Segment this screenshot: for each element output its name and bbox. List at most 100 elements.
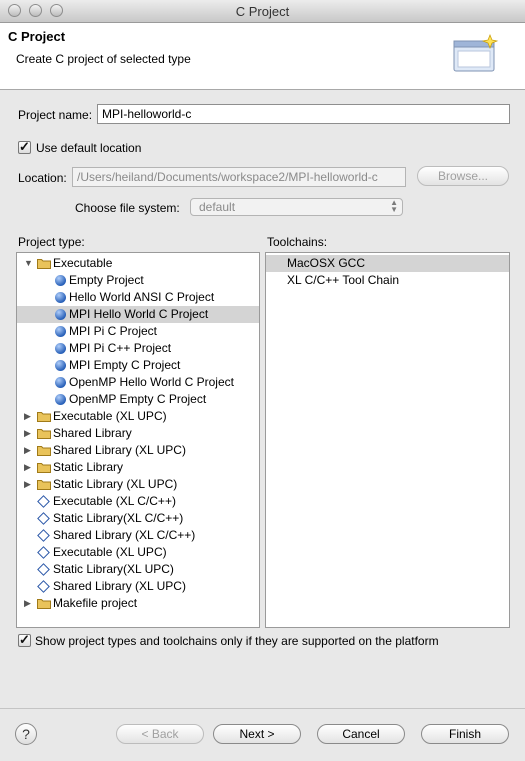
folder-icon <box>37 463 51 473</box>
tree-item-label: Executable (XL UPC) <box>53 545 167 559</box>
wizard-heading: C Project <box>8 29 66 44</box>
folder-icon <box>37 429 51 439</box>
tree-item[interactable]: MPI Hello World C Project <box>17 306 259 323</box>
updown-arrows-icon: ▲ ▼ <box>390 198 398 214</box>
toolchain-item[interactable]: MacOSX GCC <box>266 255 509 272</box>
tree-item[interactable]: ▼ Executable <box>17 255 259 272</box>
show-supported-checkbox[interactable] <box>18 632 31 648</box>
tree-item[interactable]: ▶ Shared Library <box>17 425 259 442</box>
tree-item[interactable]: Shared Library (XL C/C++) <box>17 527 259 544</box>
tree-item-label: Shared Library <box>53 426 132 440</box>
project-type-label: Project type: <box>18 235 85 249</box>
folder-icon <box>37 446 51 456</box>
tree-item[interactable]: Hello World ANSI C Project <box>17 289 259 306</box>
tree-item[interactable]: ▶ Static Library <box>17 459 259 476</box>
new-project-wizard-icon <box>453 34 499 72</box>
tree-item[interactable]: Executable (XL C/C++) <box>17 493 259 510</box>
tree-item-label: MPI Empty C Project <box>69 358 181 372</box>
finish-button[interactable]: Finish <box>421 724 509 744</box>
tree-item-label: Executable <box>53 256 113 270</box>
tree-item-label: Static Library (XL UPC) <box>53 477 178 491</box>
toolchains-label: Toolchains: <box>267 235 328 249</box>
window-title: C Project <box>235 4 290 19</box>
tree-item[interactable]: ▶ Executable (XL UPC) <box>17 408 259 425</box>
toolchain-item-label: MacOSX GCC <box>287 256 366 270</box>
tree-item-label: MPI Pi C Project <box>69 324 158 338</box>
project-template-icon <box>55 275 66 286</box>
tree-item[interactable]: OpenMP Empty C Project <box>17 391 259 408</box>
tree-item-label: Empty Project <box>69 273 144 287</box>
toolchains-list[interactable]: MacOSX GCC XL C/C++ Tool Chain <box>265 252 510 628</box>
tree-item-label: Makefile project <box>53 596 138 610</box>
open-folder-icon <box>37 259 51 269</box>
cancel-button[interactable]: Cancel <box>317 724 405 744</box>
tree-item[interactable]: ▶ Static Library (XL UPC) <box>17 476 259 493</box>
use-default-location-checkbox[interactable] <box>18 139 31 155</box>
use-default-location-label: Use default location <box>36 141 142 155</box>
tree-item[interactable]: Empty Project <box>17 272 259 289</box>
tree-item[interactable]: MPI Pi C Project <box>17 323 259 340</box>
project-template-icon <box>55 326 66 337</box>
show-supported-label: Show project types and toolchains only i… <box>35 634 439 648</box>
collapsed-arrow-icon[interactable]: ▶ <box>24 408 31 425</box>
diamond-icon <box>37 529 50 542</box>
tree-item[interactable]: ▶ Makefile project <box>17 595 259 612</box>
tree-item[interactable]: MPI Pi C++ Project <box>17 340 259 357</box>
project-type-tree[interactable]: ▼ Executable Empty Project Hello World ANSI… <box>16 252 260 628</box>
collapsed-arrow-icon[interactable]: ▶ <box>24 442 31 459</box>
folder-icon <box>37 599 51 609</box>
file-system-value: default <box>199 200 236 214</box>
diamond-icon <box>37 563 50 576</box>
project-template-icon <box>55 343 66 354</box>
tree-item[interactable]: Static Library(XL UPC) <box>17 561 259 578</box>
tree-item-label: OpenMP Hello World C Project <box>69 375 234 389</box>
project-name-label: Project name: <box>18 108 93 122</box>
tree-item[interactable]: OpenMP Hello World C Project <box>17 374 259 391</box>
window-titlebar: C Project <box>0 0 525 23</box>
diamond-icon <box>37 580 50 593</box>
file-system-select[interactable]: default ▲ ▼ <box>190 198 403 216</box>
tree-item[interactable]: Executable (XL UPC) <box>17 544 259 561</box>
tree-item-label: Shared Library (XL C/C++) <box>53 528 196 542</box>
collapsed-arrow-icon[interactable]: ▶ <box>24 459 31 476</box>
next-button[interactable]: Next > <box>213 724 301 744</box>
tree-item[interactable]: MPI Empty C Project <box>17 357 259 374</box>
help-icon: ? <box>22 726 30 742</box>
tree-item[interactable]: Static Library(XL C/C++) <box>17 510 259 527</box>
tree-item-label: MPI Hello World C Project <box>69 307 209 321</box>
folder-icon <box>37 480 51 490</box>
toolchain-item-label: XL C/C++ Tool Chain <box>287 273 400 287</box>
wizard-description: Create C project of selected type <box>16 52 191 66</box>
tree-item-label: Executable (XL UPC) <box>53 409 167 423</box>
tree-item-label: Shared Library (XL UPC) <box>53 443 186 457</box>
tree-item-label: Static Library(XL UPC) <box>53 562 174 576</box>
back-button[interactable]: < Back <box>116 724 204 744</box>
help-button[interactable]: ? <box>15 723 37 745</box>
collapsed-arrow-icon[interactable]: ▶ <box>24 425 31 442</box>
wizard-banner: C Project Create C project of selected t… <box>0 23 525 90</box>
tree-item-label: Static Library <box>53 460 124 474</box>
collapsed-arrow-icon[interactable]: ▶ <box>24 476 31 493</box>
tree-item[interactable]: ▶ Shared Library (XL UPC) <box>17 442 259 459</box>
toolchain-item[interactable]: XL C/C++ Tool Chain <box>266 272 509 289</box>
expanded-arrow-icon[interactable]: ▼ <box>24 255 33 272</box>
tree-item-label: Static Library(XL C/C++) <box>53 511 184 525</box>
tree-item-label: Executable (XL C/C++) <box>53 494 176 508</box>
location-label: Location: <box>18 171 67 185</box>
tree-item[interactable]: Shared Library (XL UPC) <box>17 578 259 595</box>
project-template-icon <box>55 377 66 388</box>
diamond-icon <box>37 546 50 559</box>
project-template-icon <box>55 309 66 320</box>
tree-item-label: MPI Pi C++ Project <box>69 341 172 355</box>
diamond-icon <box>37 495 50 508</box>
tree-item-label: Hello World ANSI C Project <box>69 290 215 304</box>
button-bar-divider <box>0 708 525 709</box>
project-template-icon <box>55 360 66 371</box>
project-template-icon <box>55 394 66 405</box>
project-name-input[interactable]: MPI-helloworld-c <box>97 104 510 124</box>
folder-icon <box>37 412 51 422</box>
collapsed-arrow-icon[interactable]: ▶ <box>24 595 31 612</box>
tree-item-label: Shared Library (XL UPC) <box>53 579 186 593</box>
browse-button[interactable]: Browse... <box>417 166 509 186</box>
location-input[interactable]: /Users/heiland/Documents/workspace2/MPI-… <box>72 167 406 187</box>
